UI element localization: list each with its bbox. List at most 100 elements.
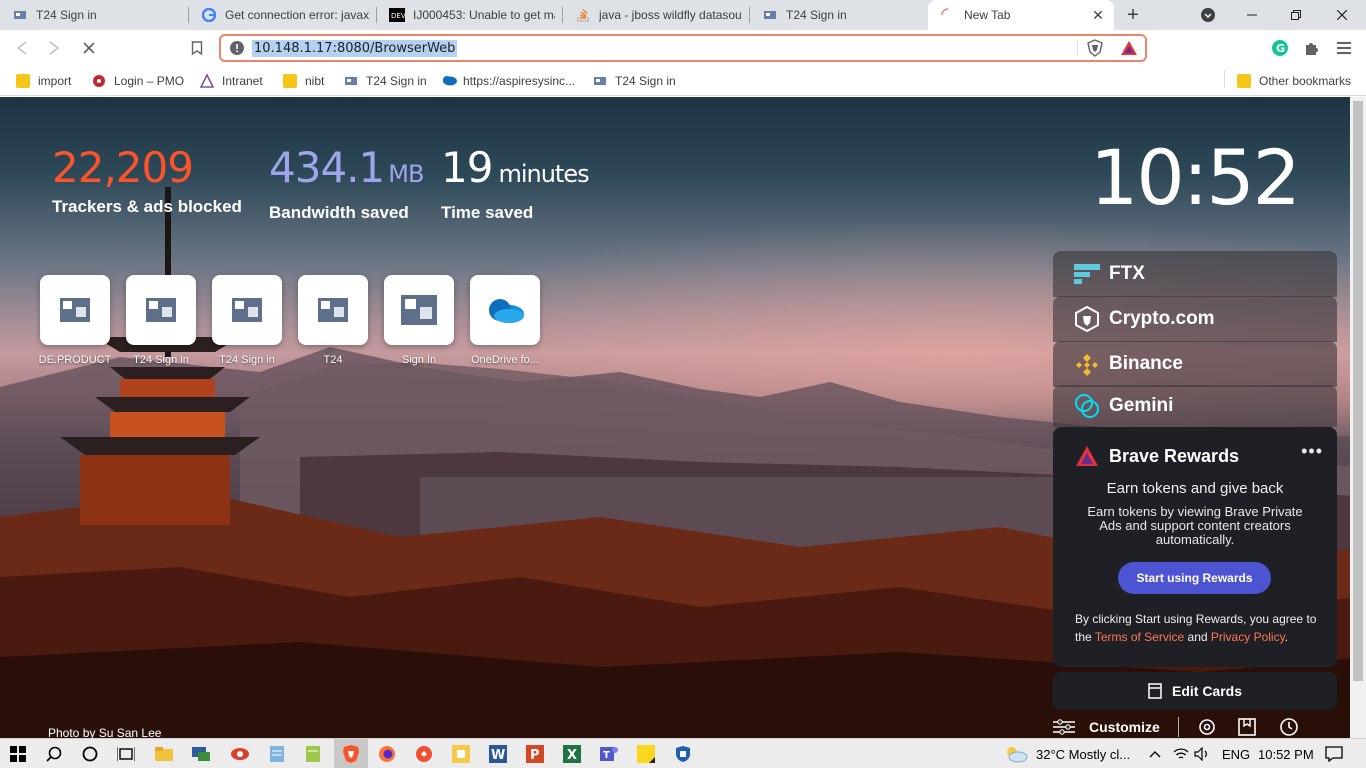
folder-icon xyxy=(155,747,173,761)
restore-icon xyxy=(1291,10,1301,20)
bookmark-button[interactable] xyxy=(185,36,209,60)
top-site-tile-de-product[interactable] xyxy=(40,275,110,345)
scrollbar-thumb[interactable] xyxy=(1353,101,1363,681)
tab-title: Get connection error: javax. xyxy=(225,8,369,22)
history-icon[interactable] xyxy=(1277,717,1299,737)
top-site-tile-sign-in[interactable] xyxy=(384,275,454,345)
file-explorer-app[interactable] xyxy=(152,742,176,766)
tab-t24-sign-in-2[interactable]: T24 Sign in xyxy=(750,0,928,30)
stop-loading-button[interactable] xyxy=(77,36,101,60)
snipping-tool-app[interactable] xyxy=(228,742,252,766)
start-using-rewards-button[interactable]: Start using Rewards xyxy=(1118,562,1271,594)
tab-connection-error[interactable]: Get connection error: javax. xyxy=(189,0,377,30)
volume-button[interactable] xyxy=(1193,742,1211,766)
binance-label: Binance xyxy=(1109,353,1183,374)
notepad-plus-app[interactable] xyxy=(301,742,325,766)
search-button[interactable] xyxy=(42,742,66,766)
svg-text:W: W xyxy=(491,748,505,763)
ftx-card[interactable]: FTX xyxy=(1053,251,1337,297)
chevron-up-icon xyxy=(1149,751,1161,758)
restore-button[interactable] xyxy=(1274,0,1318,30)
brave-shields-icon[interactable] xyxy=(1087,39,1103,57)
remote-desktop-icon xyxy=(192,747,210,761)
show-hidden-icons-button[interactable] xyxy=(1147,742,1163,766)
brave-browser-app[interactable] xyxy=(334,739,368,768)
notifications-button[interactable] xyxy=(1322,742,1346,766)
photo-credit-author-link[interactable]: Su San Lee xyxy=(99,726,162,738)
bookmarks-icon[interactable] xyxy=(1237,717,1257,737)
teams-app[interactable]: T xyxy=(597,742,621,766)
start-button[interactable] xyxy=(6,742,30,766)
info-icon[interactable] xyxy=(230,41,244,55)
cryptocom-card[interactable]: Crypto.com xyxy=(1053,296,1337,342)
url-text[interactable]: 10.148.1.17:8080/BrowserWeb xyxy=(252,40,458,57)
puzzle-icon xyxy=(1306,43,1318,55)
grammarly-extension-button[interactable]: G xyxy=(1268,36,1292,60)
cortana-button[interactable] xyxy=(78,742,102,766)
weather-widget[interactable] xyxy=(1003,742,1029,766)
network-button[interactable] xyxy=(1172,742,1190,766)
top-site-tile-onedrive[interactable] xyxy=(470,275,540,345)
remote-desktop-app[interactable] xyxy=(189,742,213,766)
ntp-footer: Customize xyxy=(1053,716,1299,738)
binance-card[interactable]: Binance xyxy=(1053,341,1337,387)
cortana-icon xyxy=(82,746,98,762)
bookmark-intranet[interactable]: Intranet xyxy=(199,72,263,90)
back-button[interactable] xyxy=(10,36,34,60)
bookmark-t24-sign-in-1[interactable]: T24 Sign in xyxy=(344,72,427,90)
sticky-notes-icon xyxy=(452,745,470,763)
word-app[interactable]: W xyxy=(486,742,510,766)
task-view-button[interactable] xyxy=(114,742,138,766)
bookmark-folder-nibt[interactable]: nibt xyxy=(283,72,324,90)
bookmark-login-pmo[interactable]: Login – PMO xyxy=(92,72,184,90)
privacy-policy-link[interactable]: Privacy Policy xyxy=(1211,630,1285,644)
close-window-button[interactable] xyxy=(1320,0,1364,30)
powerpoint-app[interactable]: P xyxy=(523,742,547,766)
notepad-app[interactable] xyxy=(265,742,289,766)
top-site-tile-t24-sign-in-1[interactable] xyxy=(126,275,196,345)
new-tab-button[interactable]: + xyxy=(1122,4,1144,26)
firefox-app[interactable] xyxy=(375,742,399,766)
address-bar[interactable]: 10.148.1.17:8080/BrowserWeb xyxy=(219,34,1147,62)
input-language[interactable]: ENG xyxy=(1222,747,1250,762)
forward-button[interactable] xyxy=(42,36,66,60)
teams-icon: T xyxy=(600,747,618,761)
vertical-scrollbar[interactable] xyxy=(1350,97,1366,738)
sticky-app[interactable] xyxy=(449,742,473,766)
extensions-button[interactable] xyxy=(1300,36,1324,60)
bookmark-other-bookmarks[interactable]: Other bookmarks xyxy=(1237,72,1351,90)
defender-app[interactable] xyxy=(671,742,695,766)
bookmark-aspiresys[interactable]: https://aspiresysinc... xyxy=(441,72,575,90)
tab-t24-sign-in-1[interactable]: T24 Sign in xyxy=(0,0,189,30)
trackers-label: Trackers & ads blocked xyxy=(52,197,242,216)
customize-button[interactable]: Customize xyxy=(1053,719,1160,735)
folder-icon xyxy=(1237,74,1251,88)
edit-cards-button[interactable]: Edit Cards xyxy=(1053,672,1337,710)
gemini-card[interactable]: Gemini xyxy=(1053,385,1337,427)
git-app[interactable] xyxy=(412,742,436,766)
top-site-tile-t24[interactable] xyxy=(298,275,368,345)
menu-button[interactable] xyxy=(1332,36,1356,60)
excel-app[interactable]: X xyxy=(560,742,584,766)
terms-of-service-link[interactable]: Terms of Service xyxy=(1095,630,1184,644)
brave-rewards-icon[interactable] xyxy=(1120,40,1138,56)
tab-java-jboss[interactable]: java - jboss wildfly datasour xyxy=(563,0,750,30)
powerpoint-icon: P xyxy=(526,745,544,763)
bandwidth-label: Bandwidth saved xyxy=(269,203,409,222)
minimize-button[interactable] xyxy=(1230,0,1274,30)
bookmark-folder-import[interactable]: import xyxy=(16,72,71,90)
time-value: 19 xyxy=(441,143,493,192)
bookmark-t24-sign-in-2[interactable]: T24 Sign in xyxy=(593,72,676,90)
shield-icon xyxy=(676,746,690,762)
more-options-icon[interactable]: ••• xyxy=(1301,441,1323,462)
close-icon[interactable]: ✕ xyxy=(1090,7,1106,23)
system-clock[interactable]: 10:52 PM xyxy=(1258,747,1314,762)
tab-ij000453[interactable]: DEV IJ000453: Unable to get mar xyxy=(377,0,563,30)
top-site-tile-t24-sign-in-2[interactable] xyxy=(212,275,282,345)
close-icon xyxy=(1337,10,1347,20)
sticky-notes-app[interactable] xyxy=(634,742,658,766)
weather-text[interactable]: 32°C Mostly cl... xyxy=(1036,747,1130,762)
settings-gear-icon[interactable] xyxy=(1197,717,1217,737)
profile-menu-button[interactable] xyxy=(1186,0,1230,30)
tab-new-tab[interactable]: New Tab ✕ xyxy=(928,0,1114,30)
